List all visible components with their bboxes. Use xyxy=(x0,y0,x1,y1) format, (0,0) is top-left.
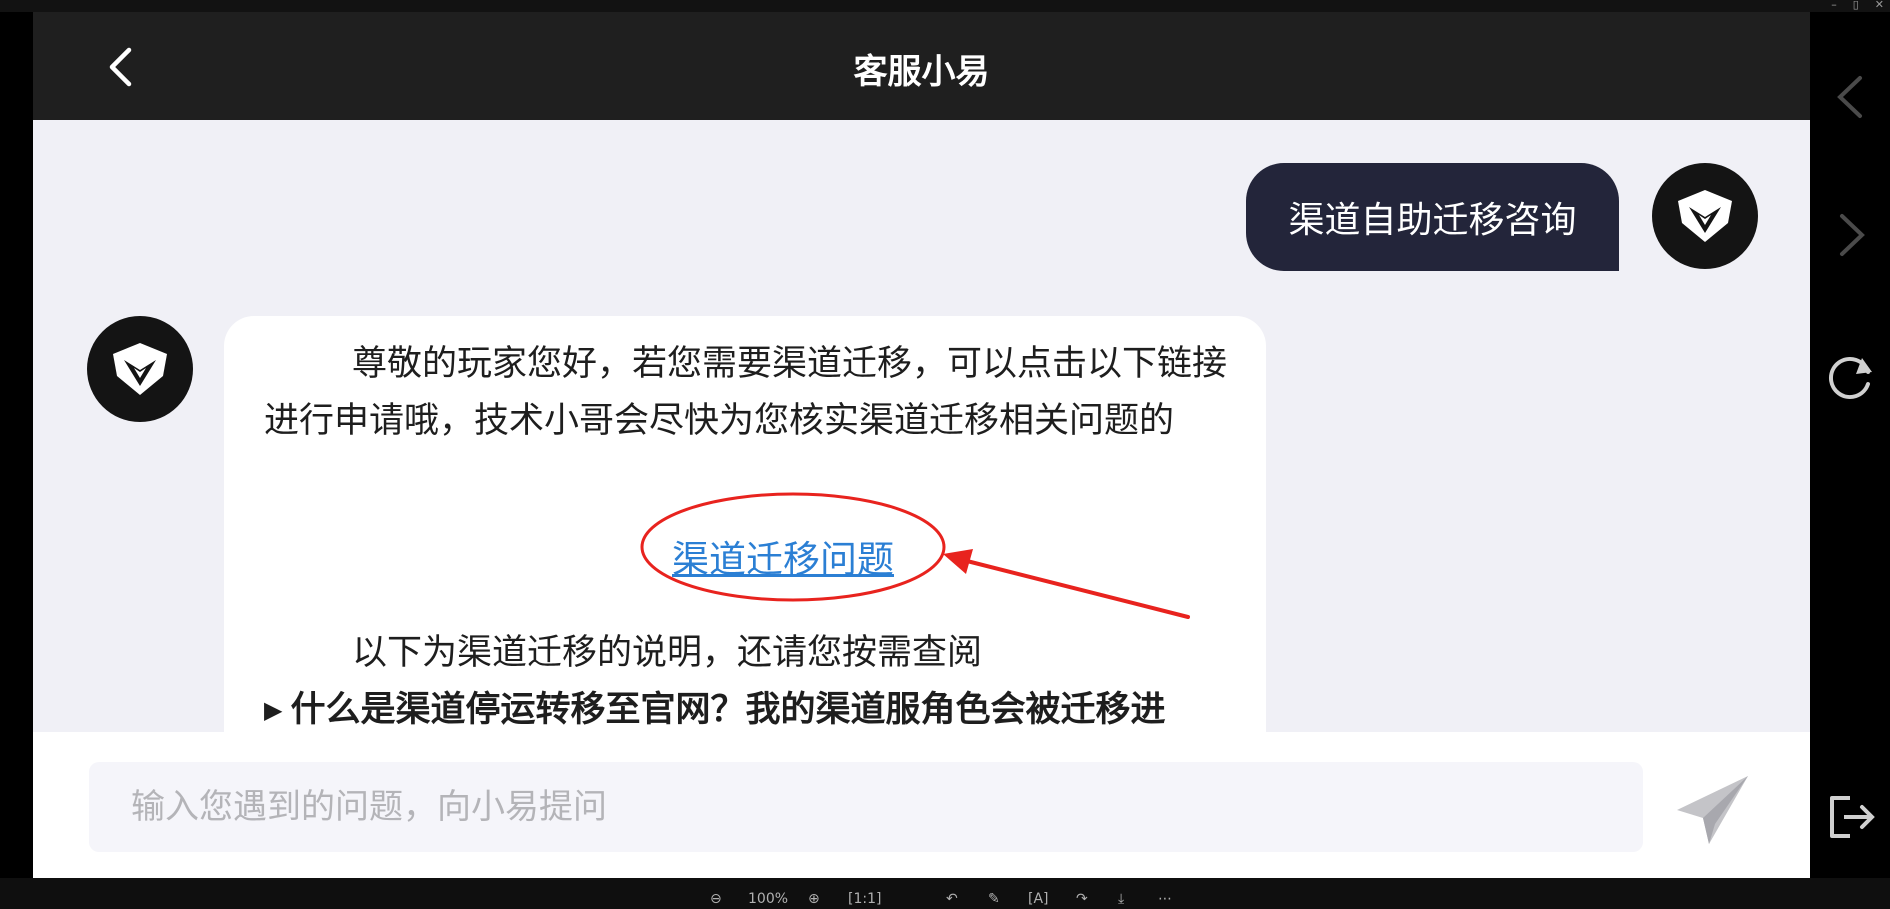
input-area xyxy=(33,732,1810,878)
edit-icon[interactable]: ✎ xyxy=(988,890,1000,908)
page-title: 客服小易 xyxy=(853,52,990,92)
zoom-out-icon[interactable]: ⊖ xyxy=(710,890,722,908)
minimize-icon[interactable]: – xyxy=(1831,0,1837,10)
right-nav-panel xyxy=(1810,12,1890,878)
viewer-toolbar: ⊖ 100% ⊕ [1:1] ↶ ✎ [A] ↷ ⤓ ⋯ xyxy=(0,878,1890,909)
avatar-logo-icon xyxy=(113,343,167,395)
exit-icon[interactable] xyxy=(1824,790,1878,844)
viewer-top-strip: – ▯ ✕ xyxy=(0,0,1890,12)
more-icon[interactable]: ⋯ xyxy=(1158,890,1172,908)
question-input[interactable] xyxy=(129,786,1643,828)
window-controls: – ▯ ✕ xyxy=(1831,0,1884,10)
header-bar: 客服小易 xyxy=(33,12,1810,120)
zoom-in-icon[interactable]: ⊕ xyxy=(808,890,820,908)
faq-item[interactable]: ▶ 什么是渠道停运转移至官网？我的渠道服角色会被迁移进 xyxy=(264,682,1264,739)
rotate-right-icon[interactable]: ↷ xyxy=(1076,890,1088,908)
nav-next-icon[interactable] xyxy=(1824,208,1878,262)
bot-avatar xyxy=(87,316,193,422)
bot-intro-text: 尊敬的玩家您好，若您需要渠道迁移，可以点击以下链接进行申请哦，技术小哥会尽快为您… xyxy=(264,344,1228,441)
annotation-ellipse xyxy=(640,492,946,602)
expand-triangle-icon: ▶ xyxy=(264,696,283,724)
zoom-level: 100% xyxy=(748,891,789,907)
user-message-bubble: 渠道自助迁移咨询 xyxy=(1246,163,1619,271)
left-margin xyxy=(0,12,33,878)
nav-prev-icon[interactable] xyxy=(1824,70,1878,124)
send-button[interactable] xyxy=(1673,772,1753,847)
ocr-icon[interactable]: [A] xyxy=(1028,890,1049,908)
rotate-left-icon[interactable]: ↶ xyxy=(946,890,958,908)
close-icon[interactable]: ✕ xyxy=(1875,0,1884,10)
question-input-wrapper xyxy=(89,762,1643,852)
send-plane-icon xyxy=(1677,776,1748,844)
download-icon[interactable]: ⤓ xyxy=(1118,890,1124,908)
annotation-arrow xyxy=(943,549,1190,619)
fit-icon[interactable]: [1:1] xyxy=(848,890,881,908)
faq-item-label: 什么是渠道停运转移至官网？我的渠道服角色会被迁移进 xyxy=(290,690,1166,730)
user-avatar xyxy=(1652,163,1758,269)
chat-screen: 客服小易 渠道自助迁移咨询 尊敬的玩家您好，若您需要渠道迁移，可以点击以下链接进… xyxy=(33,12,1810,878)
maximize-icon[interactable]: ▯ xyxy=(1853,0,1859,10)
refresh-icon[interactable] xyxy=(1824,350,1878,404)
bot-note-text: 以下为渠道迁移的说明，还请您按需查阅 xyxy=(352,633,983,673)
avatar-logo-icon xyxy=(1678,190,1732,242)
